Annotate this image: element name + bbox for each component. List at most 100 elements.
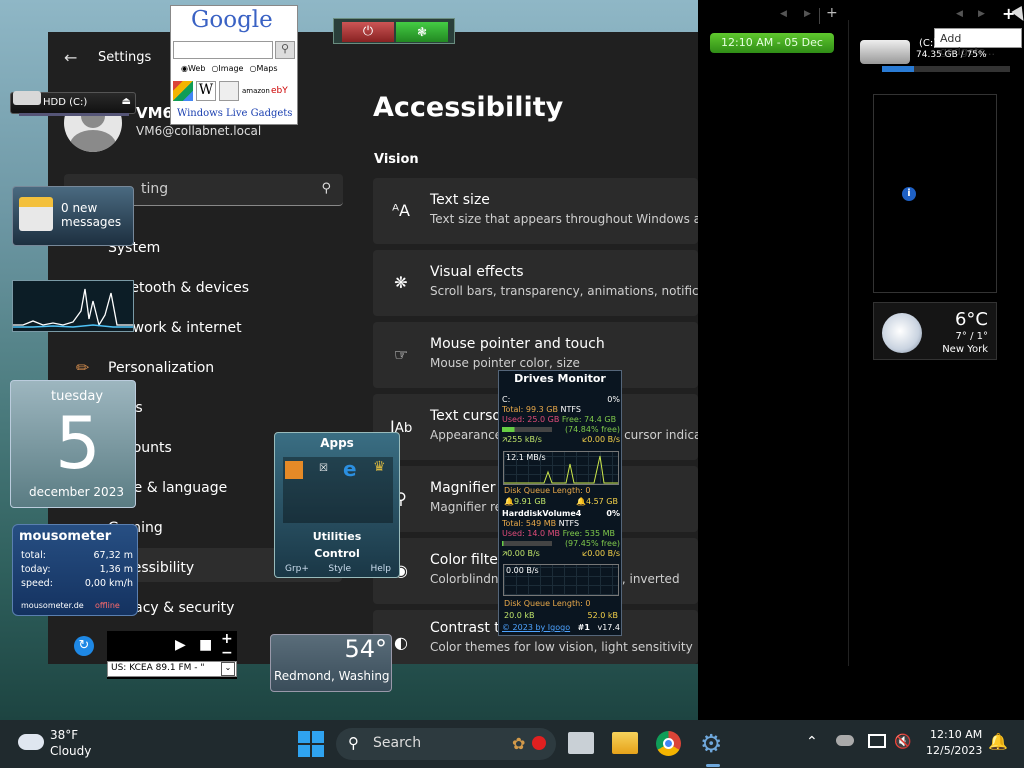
drive-c-freepct: (74.84% free) <box>564 425 620 434</box>
windows-update-icon[interactable]: ↻ <box>74 636 94 656</box>
mousometer-total-label: total: <box>21 550 46 561</box>
windows-live-gadgets-link[interactable]: Windows Live Gadgets <box>177 108 292 119</box>
drive-c-pct: 0% <box>607 395 620 404</box>
chrome-icon[interactable] <box>656 731 681 756</box>
play-button[interactable]: ▶ <box>175 637 186 653</box>
search-icon: ⚲ <box>348 734 359 752</box>
taskbar-weather-temp: 38°F <box>50 728 79 742</box>
nav-personalization[interactable]: Personalization <box>108 360 214 376</box>
amazon-icon[interactable]: amazon <box>242 81 270 101</box>
text-size-icon: ᴬA <box>392 201 410 220</box>
volume-down-button[interactable]: − <box>221 645 233 661</box>
stop-button[interactable]: ■ <box>199 637 212 653</box>
sidebar-clock: 12:10 AM - 05 Dec <box>710 33 834 53</box>
settings-gear-icon[interactable]: ⚙ <box>700 731 730 761</box>
card-title: Text cursor <box>430 408 507 424</box>
file-explorer-icon[interactable] <box>612 732 638 754</box>
card-text-size[interactable]: ᴬA Text size Text size that appears thro… <box>373 178 698 244</box>
apps-gadget: Apps ☒ e ♛ Utilities Control Grp+ Style … <box>274 432 400 578</box>
youtube-icon[interactable] <box>219 81 239 101</box>
grp-plus-link[interactable]: Grp+ <box>285 564 309 574</box>
chevron-down-icon[interactable]: ⌄ <box>221 662 235 676</box>
search-highlight-icon: ✿ <box>512 734 526 753</box>
taskbar-search[interactable]: ⚲ Search ✿ <box>336 728 556 760</box>
radio-maps[interactable]: ○Maps <box>249 64 277 73</box>
sidebar-prev-arrow[interactable]: ◀ <box>780 9 787 19</box>
drive-c-free: Free: 74.4 GB <box>561 415 617 424</box>
onedrive-icon[interactable] <box>836 735 854 746</box>
sidebar-add-icon[interactable]: + <box>826 5 838 21</box>
apps-title: Apps <box>320 436 354 450</box>
user-name: VM6 <box>136 104 173 122</box>
ebay-icon[interactable]: ebY <box>271 81 293 101</box>
taskbar-time[interactable]: 12:10 AM <box>930 728 982 741</box>
restart-button[interactable]: ❃ <box>396 22 448 42</box>
sidebar-prev-arrow-2[interactable]: ◀ <box>956 9 963 19</box>
card-visual-effects[interactable]: ❋ Visual effects Scroll bars, transparen… <box>373 250 698 316</box>
drives-monitor-gadget: Drives Monitor C: 0% Total: 99.3 GB NTFS … <box>498 370 622 636</box>
drive-h-read: 20.0 kB <box>504 611 535 620</box>
power-button[interactable]: ⏻ <box>342 22 394 42</box>
task-view-icon[interactable] <box>568 732 594 754</box>
hdd-gadget-left: HDD (C:) ⏏ <box>10 91 136 116</box>
google-icon[interactable] <box>173 81 193 101</box>
sidebar-next-arrow[interactable]: ▶ <box>804 9 811 19</box>
drives-footer-link[interactable]: © 2023 by Igogo <box>502 623 570 633</box>
calendar-day: 5 <box>55 401 101 485</box>
group-control[interactable]: Control <box>275 547 399 560</box>
taskbar-weather-desc: Cloudy <box>50 744 92 758</box>
section-vision: Vision <box>374 152 419 167</box>
weather-widget[interactable]: 38°F Cloudy <box>16 728 106 760</box>
drive-c-down: 0.00 B/s <box>587 435 620 444</box>
hdd-label: HDD (C:) <box>43 97 88 108</box>
start-button-icon[interactable] <box>298 731 324 757</box>
drive-c-queue: Disk Queue Length: 0 <box>504 486 591 495</box>
station-select[interactable]: US: KCEA 89.1 FM - " ⌄ <box>107 661 237 677</box>
page-title: Accessibility <box>373 92 564 123</box>
mousometer-site[interactable]: mousometer.de <box>21 601 84 610</box>
drives-monitor-title: Drives Monitor <box>514 372 606 385</box>
volume-muted-icon[interactable]: 🔇 <box>894 734 911 750</box>
radio-image[interactable]: ○Image <box>211 64 243 73</box>
sidebar-empty-gadget: i <box>873 94 997 293</box>
info-icon[interactable]: i <box>902 187 916 201</box>
google-search-button[interactable]: ⚲ <box>275 41 295 59</box>
app-icon[interactable]: ☒ <box>319 463 328 474</box>
taskbar-date[interactable]: 12/5/2023 <box>926 744 982 757</box>
pointer-icon: ☞ <box>393 345 409 364</box>
group-utilities[interactable]: Utilities <box>275 530 399 543</box>
drive-h-name: HarddiskVolume4 <box>502 509 582 518</box>
drive-c-used: Used: 25.0 GB <box>502 415 560 424</box>
card-title: Mouse pointer and touch <box>430 336 605 352</box>
sidebar-vline <box>848 20 849 666</box>
sidebar-weather-range: 7° / 1° <box>955 331 988 342</box>
radio-web[interactable]: ◉Web <box>181 64 205 73</box>
sidebar-next-arrow-2[interactable]: ▶ <box>978 9 985 19</box>
station-name: US: KCEA 89.1 FM - " <box>111 663 205 673</box>
media-player-icon[interactable] <box>285 461 303 479</box>
drive-h-total: Total: 549 MB <box>502 519 557 528</box>
radio-gadget: ▶ ■ + − US: KCEA 89.1 FM - " ⌄ <box>107 631 237 679</box>
back-arrow-icon[interactable]: ← <box>64 48 77 67</box>
hdd-drive-icon <box>13 91 41 105</box>
style-link[interactable]: Style <box>328 564 351 574</box>
google-service-icons[interactable]: W amazon ebY <box>173 81 297 103</box>
chevron-up-icon[interactable]: ⌃ <box>806 734 818 750</box>
mail-icon[interactable] <box>19 197 53 231</box>
sidebar-weather-city: New York <box>942 344 988 355</box>
wikipedia-icon[interactable]: W <box>196 81 216 101</box>
drive-c-fs: NTFS <box>560 405 581 414</box>
mousometer-gadget: mousometer total: 67,32 m today: 1,36 m sp… <box>12 524 138 616</box>
drive-h-queue: Disk Queue Length: 0 <box>504 599 591 608</box>
notification-bell-icon[interactable]: 🔔 <box>988 732 1008 751</box>
help-link[interactable]: Help <box>370 564 391 574</box>
eject-icon[interactable]: ⏏ <box>122 96 131 107</box>
card-title: Visual effects <box>430 264 524 280</box>
calendar-gadget: tuesday 5 december 2023 <box>10 380 136 508</box>
sidebar-disk-info: 74.35 GB / 75% <box>916 50 987 60</box>
ie-icon[interactable]: e <box>343 457 357 481</box>
trophy-icon[interactable]: ♛ <box>373 459 386 475</box>
network-icon[interactable] <box>868 734 886 748</box>
google-search-input[interactable] <box>173 41 273 59</box>
mousometer-today-label: today: <box>21 564 51 575</box>
